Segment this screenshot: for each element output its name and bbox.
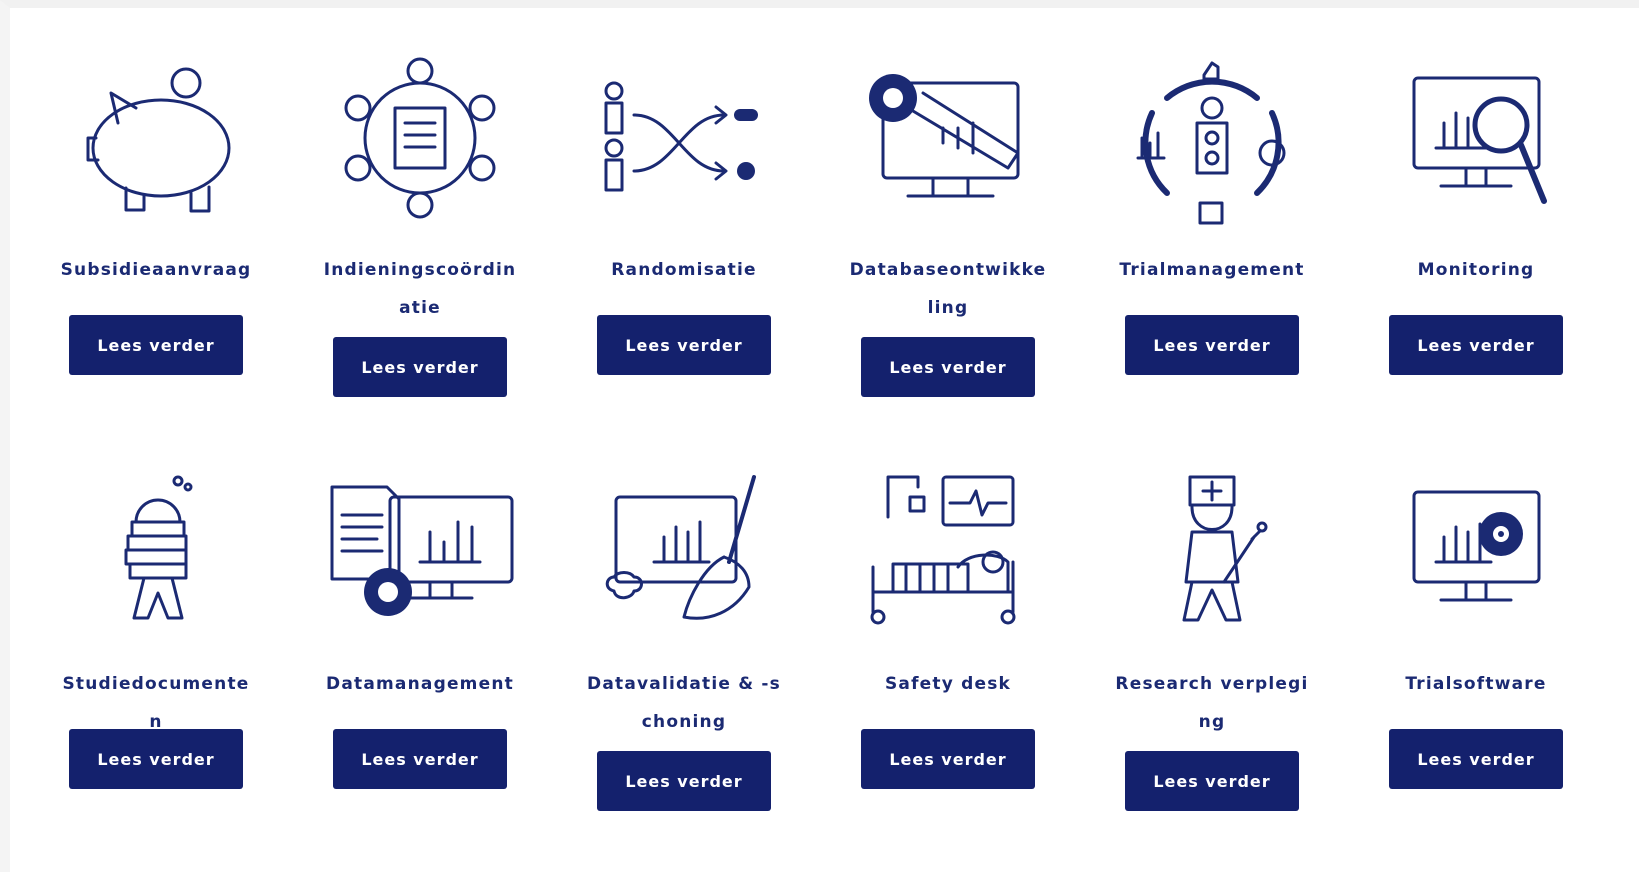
study-documents-icon xyxy=(56,467,256,642)
lees-verder-button[interactable]: Lees verder xyxy=(1389,729,1563,789)
piggy-bank-icon xyxy=(56,53,256,228)
lees-verder-button[interactable]: Lees verder xyxy=(333,729,507,789)
trial-management-icon xyxy=(1112,53,1312,228)
service-card-datamanagement: Datamanagement Lees verder xyxy=(290,467,550,887)
research-nurse-icon xyxy=(1112,467,1312,642)
service-card-indieningscoordinatie: Indieningscoördinatie Lees verder xyxy=(290,53,550,473)
service-card-safety-desk: Safety desk Lees verder xyxy=(818,467,1078,887)
service-title: Safety desk xyxy=(884,674,1012,694)
service-title: Indieningscoördinatie xyxy=(323,260,517,318)
service-card-monitoring: Monitoring Lees verder xyxy=(1346,53,1606,473)
service-card-research-verpleging: Research verpleging Lees verder xyxy=(1082,467,1342,887)
service-card-trialmanagement: Trialmanagement Lees verder xyxy=(1082,53,1342,473)
service-title: Trialsoftware xyxy=(1405,674,1547,694)
lees-verder-button[interactable]: Lees verder xyxy=(69,729,243,789)
service-title: Datavalidatie & -schoning xyxy=(587,674,781,732)
lees-verder-button[interactable]: Lees verder xyxy=(597,315,771,375)
lees-verder-button[interactable]: Lees verder xyxy=(69,315,243,375)
data-cleaning-icon xyxy=(584,467,784,642)
randomisation-icon xyxy=(584,53,784,228)
service-title: Research verpleging xyxy=(1115,674,1309,732)
safety-desk-icon xyxy=(848,467,1048,642)
service-title: Datamanagement xyxy=(326,674,514,694)
service-card-databaseontwikkeling: Databaseontwikkeling Lees verder xyxy=(818,53,1078,473)
service-card-subsidieaanvraag: Subsidieaanvraag Lees verder xyxy=(26,53,286,473)
lees-verder-button[interactable]: Lees verder xyxy=(861,729,1035,789)
service-title: Databaseontwikkeling xyxy=(849,260,1047,318)
team-meeting-icon xyxy=(320,53,520,228)
service-card-trialsoftware: Trialsoftware Lees verder xyxy=(1346,467,1606,887)
database-development-icon xyxy=(848,53,1048,228)
services-grid: Subsidieaanvraag Lees verder Indieningsc… xyxy=(0,0,1639,872)
lees-verder-button[interactable]: Lees verder xyxy=(1389,315,1563,375)
lees-verder-button[interactable]: Lees verder xyxy=(1125,751,1299,811)
service-title: Randomisatie xyxy=(611,260,757,280)
service-title: Subsidieaanvraag xyxy=(60,260,252,280)
service-card-randomisatie: Randomisatie Lees verder xyxy=(554,53,814,473)
service-title: Monitoring xyxy=(1417,260,1535,280)
service-card-studiedocumenten: Studiedocumenten Lees verder xyxy=(26,467,286,887)
service-card-datavalidatie: Datavalidatie & -schoning Lees verder xyxy=(554,467,814,887)
lees-verder-button[interactable]: Lees verder xyxy=(861,337,1035,397)
trial-software-icon xyxy=(1376,467,1576,642)
lees-verder-button[interactable]: Lees verder xyxy=(333,337,507,397)
lees-verder-button[interactable]: Lees verder xyxy=(597,751,771,811)
service-title: Trialmanagement xyxy=(1119,260,1305,280)
lees-verder-button[interactable]: Lees verder xyxy=(1125,315,1299,375)
monitoring-icon xyxy=(1376,53,1576,228)
data-management-icon xyxy=(320,467,520,642)
